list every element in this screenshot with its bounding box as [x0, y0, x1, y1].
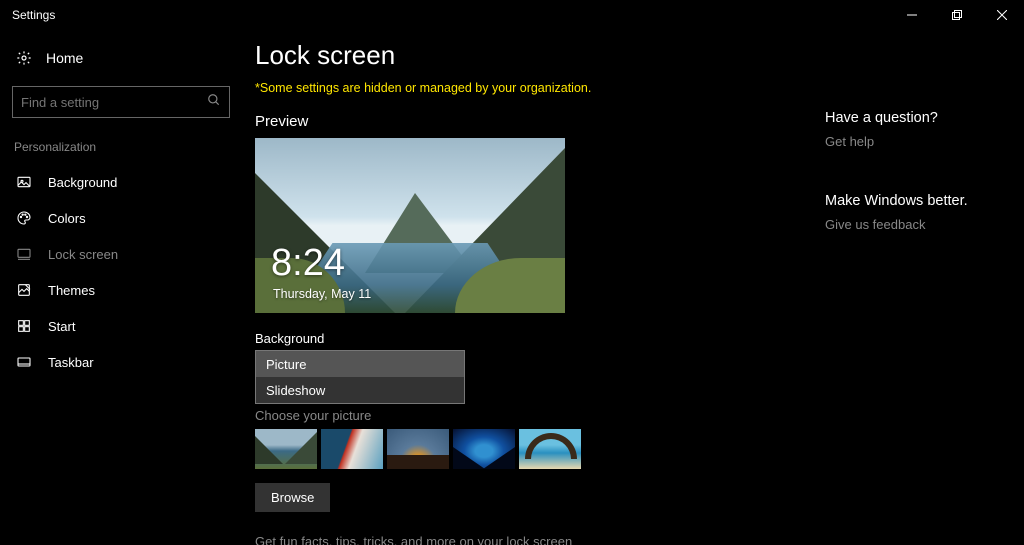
- sidebar: Home Personalization Background: [0, 30, 255, 545]
- home-label: Home: [46, 50, 83, 66]
- nav-list: Background Colors Lock screen Themes: [0, 164, 243, 380]
- get-help-link[interactable]: Get help: [825, 134, 1024, 149]
- start-icon: [16, 318, 32, 334]
- question-heading: Have a question?: [825, 110, 1024, 126]
- picture-thumb-5[interactable]: [519, 429, 581, 469]
- choose-picture-label: Choose your picture: [255, 408, 815, 423]
- search-input[interactable]: [12, 86, 230, 118]
- preview-heading: Preview: [255, 113, 815, 130]
- sidebar-item-lock-screen[interactable]: Lock screen: [0, 236, 243, 272]
- preview-date: Thursday, May 11: [273, 287, 371, 301]
- gear-icon: [16, 50, 32, 66]
- palette-icon: [16, 210, 32, 226]
- content: Lock screen *Some settings are hidden or…: [255, 40, 815, 545]
- sidebar-item-colors[interactable]: Colors: [0, 200, 243, 236]
- picture-thumb-4[interactable]: [453, 429, 515, 469]
- page-title: Lock screen: [255, 40, 815, 71]
- dropdown-option-slideshow[interactable]: Slideshow: [256, 377, 464, 403]
- background-label: Background: [255, 331, 815, 346]
- picture-thumbs: [255, 429, 815, 469]
- org-warning: *Some settings are hidden or managed by …: [255, 81, 815, 95]
- feedback-link[interactable]: Give us feedback: [825, 217, 1024, 232]
- picture-thumb-3[interactable]: [387, 429, 449, 469]
- browse-button[interactable]: Browse: [255, 483, 330, 512]
- themes-icon: [16, 282, 32, 298]
- dropdown-option-picture[interactable]: Picture: [256, 351, 464, 377]
- picture-thumb-2[interactable]: [321, 429, 383, 469]
- sidebar-item-taskbar[interactable]: Taskbar: [0, 344, 243, 380]
- funfacts-label: Get fun facts, tips, tricks, and more on…: [255, 534, 815, 545]
- preview-time: 8:24: [271, 242, 345, 285]
- sidebar-item-label: Colors: [48, 211, 86, 226]
- titlebar: Settings: [0, 0, 1024, 30]
- sidebar-item-label: Lock screen: [48, 247, 118, 262]
- sidebar-item-label: Themes: [48, 283, 95, 298]
- sidebar-item-themes[interactable]: Themes: [0, 272, 243, 308]
- sidebar-item-label: Start: [48, 319, 75, 334]
- lockscreen-preview: 8:24 Thursday, May 11: [255, 138, 565, 313]
- window-title: Settings: [12, 8, 55, 22]
- sidebar-item-start[interactable]: Start: [0, 308, 243, 344]
- section-label: Personalization: [14, 140, 243, 154]
- maximize-button[interactable]: [934, 0, 979, 30]
- picture-thumb-1[interactable]: [255, 429, 317, 469]
- feedback-heading: Make Windows better.: [825, 193, 1024, 209]
- lock-screen-icon: [16, 246, 32, 262]
- search-icon: [207, 93, 221, 112]
- window-buttons: [889, 0, 1024, 30]
- minimize-button[interactable]: [889, 0, 934, 30]
- home-button[interactable]: Home: [12, 40, 243, 76]
- search-field[interactable]: [21, 95, 207, 110]
- right-column: Have a question? Get help Make Windows b…: [815, 40, 1024, 545]
- close-button[interactable]: [979, 0, 1024, 30]
- sidebar-item-label: Taskbar: [48, 355, 94, 370]
- taskbar-icon: [16, 354, 32, 370]
- sidebar-item-label: Background: [48, 175, 117, 190]
- picture-icon: [16, 174, 32, 190]
- sidebar-item-background[interactable]: Background: [0, 164, 243, 200]
- background-dropdown[interactable]: Picture Slideshow: [255, 350, 465, 404]
